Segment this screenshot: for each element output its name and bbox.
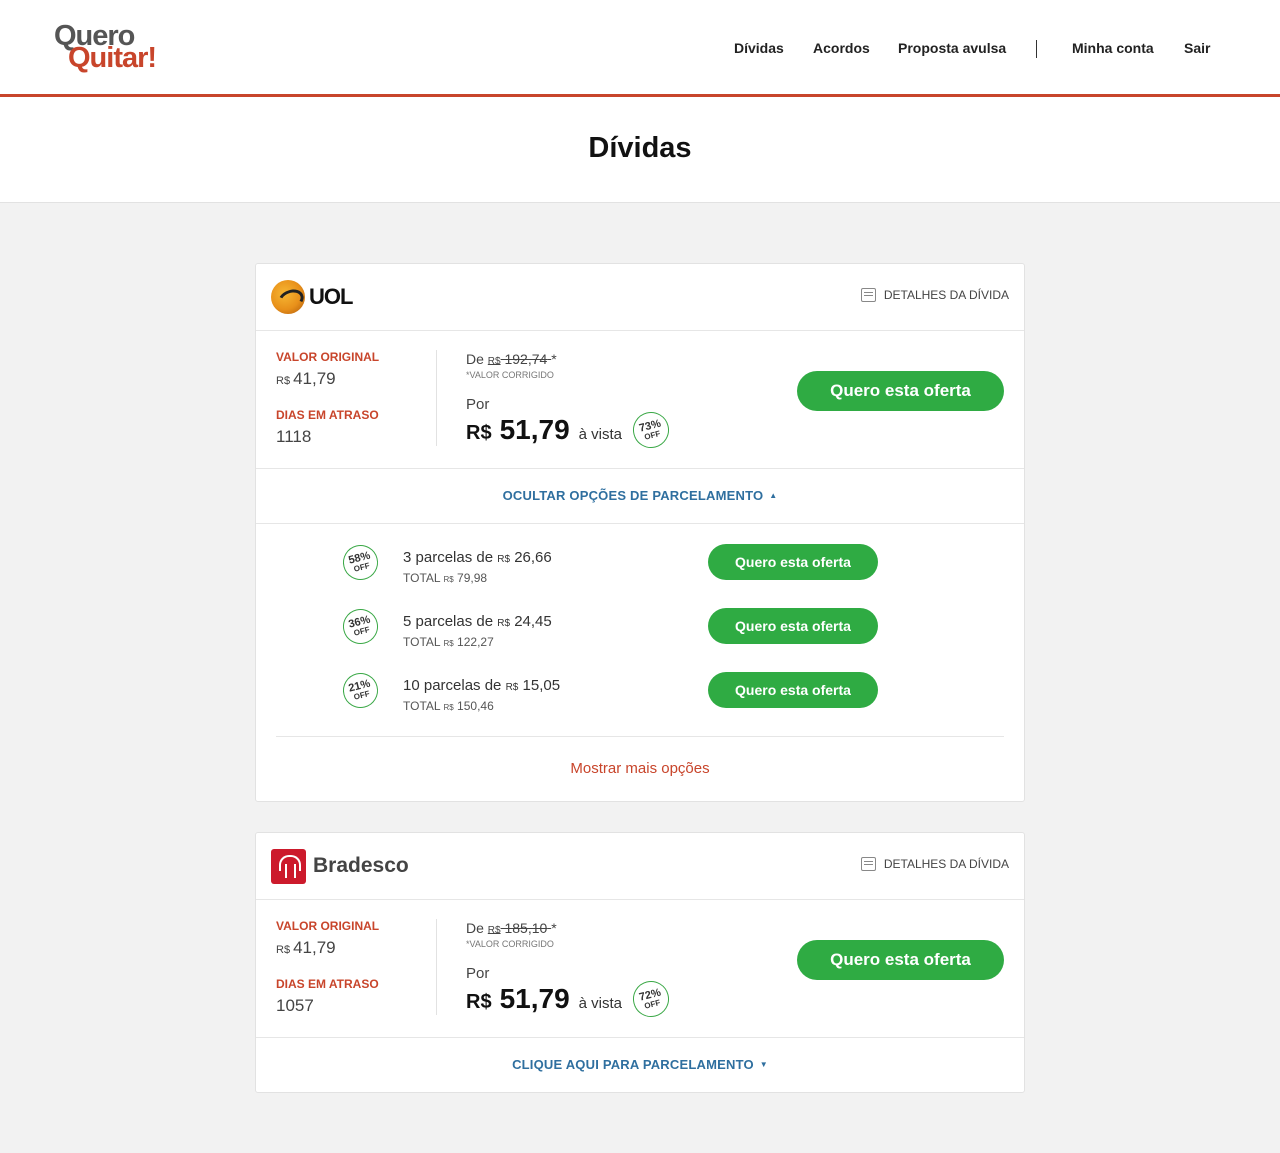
debt-card-bradesco: Bradesco DETALHES DA DÍVIDA VALOR ORIGIN… xyxy=(255,832,1025,1093)
dias-atraso-label: DIAS EM ATRASO xyxy=(276,408,379,422)
quero-quitar-logo[interactable]: Quero Quitar! xyxy=(54,18,184,78)
show-more-options-link[interactable]: Mostrar mais opções xyxy=(256,760,1024,777)
por-label: Por xyxy=(466,396,490,413)
brand-name: Bradesco xyxy=(313,854,409,877)
details-link[interactable]: DETALHES DA DÍVIDA xyxy=(860,857,1009,871)
a-vista-label: à vista xyxy=(578,426,623,443)
bradesco-logo-icon xyxy=(271,848,306,884)
discount-badge: 72% OFF xyxy=(629,977,673,1021)
nav-divider xyxy=(1036,40,1037,58)
original-price-line: De R$ 192,74 * xyxy=(466,351,557,367)
price-currency: R$ xyxy=(466,991,492,1013)
bradesco-logo: Bradesco xyxy=(271,848,409,884)
details-label: DETALHES DA DÍVIDA xyxy=(883,288,1009,302)
quero-oferta-button[interactable]: Quero esta oferta xyxy=(797,940,1004,980)
more-options-divider xyxy=(276,736,1004,737)
installment-total: TOTAL R$ 122,27 xyxy=(403,635,494,649)
installment-description: 5 parcelas de R$ 24,45 xyxy=(403,613,552,630)
debt-card-uol: UOL DETALHES DA DÍVIDA VALOR ORIGINAL R$… xyxy=(255,263,1025,802)
uol-logo-icon xyxy=(271,280,305,314)
nav-acordos[interactable]: Acordos xyxy=(813,40,870,56)
installment-description: 3 parcelas de R$ 26,66 xyxy=(403,549,552,566)
discount-badge: 73% OFF xyxy=(629,408,673,452)
card-header: Bradesco DETALHES DA DÍVIDA xyxy=(256,833,1024,900)
nav-sair[interactable]: Sair xyxy=(1184,40,1210,56)
corrected-value-note: *VALOR CORRIGIDO xyxy=(466,370,554,380)
details-link[interactable]: DETALHES DA DÍVIDA xyxy=(860,288,1009,302)
hide-installments-toggle[interactable]: OCULTAR OPÇÕES DE PARCELAMENTO ▲ xyxy=(256,488,1024,503)
installment-total: TOTAL R$ 150,46 xyxy=(403,699,494,713)
corrected-value-note: *VALOR CORRIGIDO xyxy=(466,939,554,949)
triangle-up-icon: ▲ xyxy=(769,491,778,500)
document-icon xyxy=(860,857,876,871)
triangle-down-icon: ▼ xyxy=(759,1060,768,1069)
section-divider xyxy=(256,468,1024,469)
vertical-divider xyxy=(436,919,437,1015)
nav-proposta-avulsa[interactable]: Proposta avulsa xyxy=(898,40,1006,56)
offer-price: R$ 51,79 à vista xyxy=(466,983,622,1015)
valor-original-label: VALOR ORIGINAL xyxy=(276,919,380,933)
page-title: Dívidas xyxy=(588,132,692,164)
dias-atraso-value: 1118 xyxy=(276,427,312,446)
original-price-line: De R$ 185,10 * xyxy=(466,920,557,936)
document-icon xyxy=(860,288,876,302)
nav-dividas[interactable]: Dívidas xyxy=(734,40,784,56)
dias-atraso-value: 1057 xyxy=(276,996,314,1015)
price-currency: R$ xyxy=(466,422,492,444)
show-installments-toggle[interactable]: CLIQUE AQUI PARA PARCELAMENTO ▼ xyxy=(256,1057,1024,1072)
section-divider xyxy=(256,1037,1024,1038)
price-value: 51,79 xyxy=(499,414,570,445)
nav-minha-conta[interactable]: Minha conta xyxy=(1072,40,1154,56)
brand-name: UOL xyxy=(309,284,353,309)
valor-original-value: R$ 41,79 xyxy=(276,369,336,388)
quero-oferta-button[interactable]: Quero esta oferta xyxy=(797,371,1004,411)
uol-logo: UOL xyxy=(271,279,353,315)
valor-original-label: VALOR ORIGINAL xyxy=(276,350,380,364)
offer-price: R$ 51,79 à vista xyxy=(466,414,622,446)
installment-discount-badge: 58% OFF xyxy=(339,541,382,584)
card-header: UOL DETALHES DA DÍVIDA xyxy=(256,264,1024,331)
section-divider xyxy=(256,523,1024,524)
a-vista-label: à vista xyxy=(578,995,623,1012)
valor-original-value: R$ 41,79 xyxy=(276,938,336,957)
installment-offer-button[interactable]: Quero esta oferta xyxy=(708,544,878,580)
site-header: Quero Quitar! Dívidas Acordos Proposta a… xyxy=(0,0,1280,97)
details-label: DETALHES DA DÍVIDA xyxy=(883,857,1009,871)
price-value: 51,79 xyxy=(499,983,570,1014)
dias-atraso-label: DIAS EM ATRASO xyxy=(276,977,379,991)
por-label: Por xyxy=(466,965,490,982)
installment-description: 10 parcelas de R$ 15,05 xyxy=(403,677,561,694)
installment-total: TOTAL R$ 79,98 xyxy=(403,571,488,585)
installment-discount-badge: 36% OFF xyxy=(339,605,382,648)
installment-offer-button[interactable]: Quero esta oferta xyxy=(708,672,878,708)
vertical-divider xyxy=(436,350,437,446)
installment-discount-badge: 21% OFF xyxy=(339,669,382,712)
installment-offer-button[interactable]: Quero esta oferta xyxy=(708,608,878,644)
logo-line-2: Quitar! xyxy=(68,42,157,74)
